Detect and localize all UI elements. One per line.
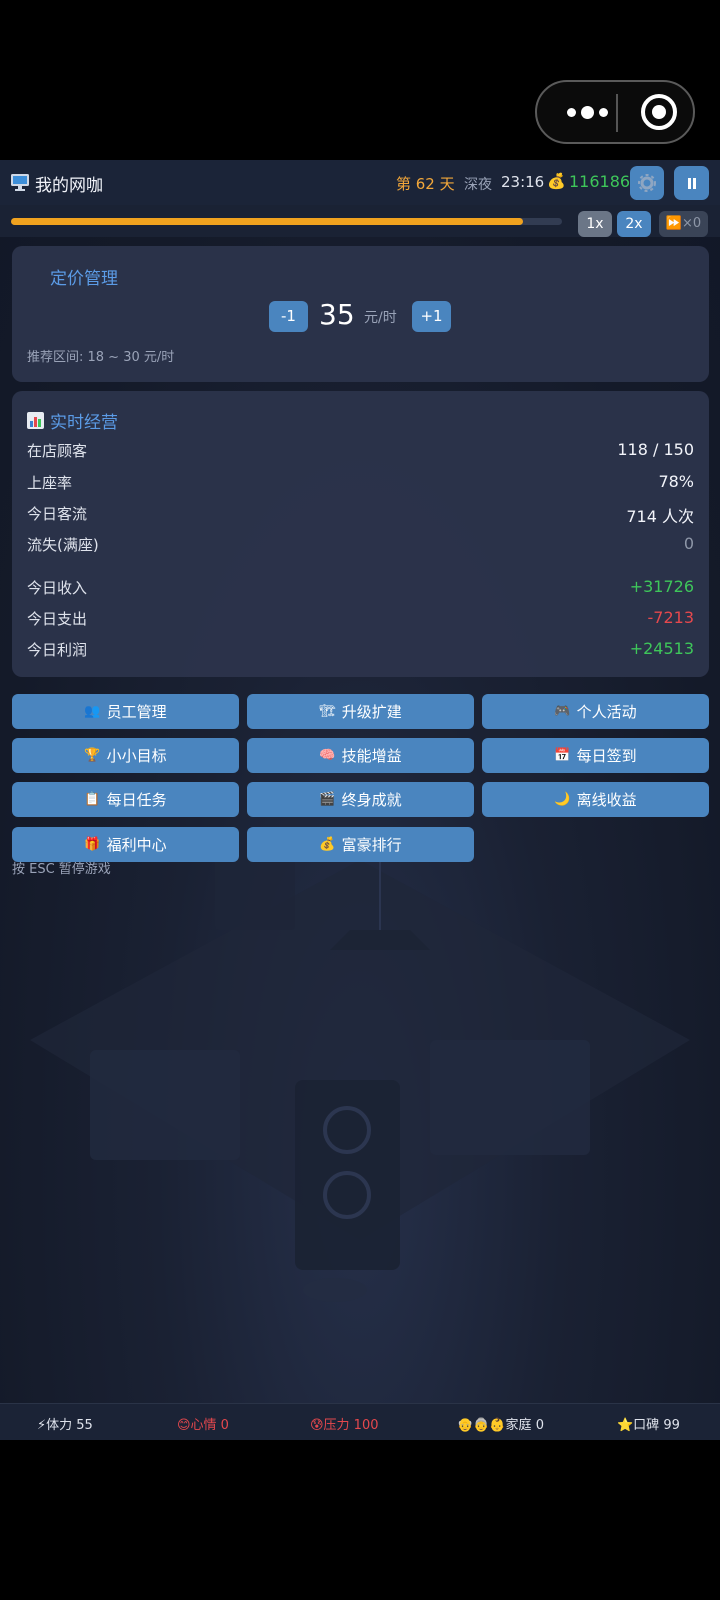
mood-stat: 😊心情 0 <box>177 1418 229 1433</box>
price-decrease-button[interactable]: -1 <box>269 301 308 332</box>
operations-title: 实时经营 <box>50 413 118 433</box>
stat-value: 0 <box>683 534 694 553</box>
day-counter: 第 62 天 <box>396 175 455 193</box>
game-header: 我的网咖 第 62 天 深夜 23:16 💰 116186 <box>0 160 720 205</box>
staff-management-button[interactable]: 👥 员工管理 <box>12 694 239 729</box>
offline-earnings-button[interactable]: 🌙 离线收益 <box>482 782 709 817</box>
pause-hint: 按 ESC 暂停游戏 <box>12 862 111 877</box>
stat-label: 流失(满座) <box>27 536 99 554</box>
pricing-title: 定价管理 <box>50 269 118 289</box>
money-balance: 116186 <box>569 172 631 191</box>
people-icon: 👥 <box>84 704 101 719</box>
price-increase-button[interactable]: +1 <box>412 301 451 332</box>
bar-chart-icon <box>27 412 44 429</box>
fast-forward-count: ×0 <box>682 216 702 231</box>
button-label: 个人活动 <box>576 703 637 721</box>
button-label: 终身成就 <box>341 791 402 809</box>
stamina-stat: ⚡体力 55 <box>37 1418 93 1433</box>
speed-2x-button[interactable]: 2x <box>617 211 651 237</box>
brain-icon: 🧠 <box>319 748 336 763</box>
bottom-blank-area <box>0 1440 720 1600</box>
pricing-panel: 定价管理 -1 35 元/时 +1 推荐区间: 18 ~ 30 元/时 <box>12 246 709 382</box>
cafe-title: 我的网咖 <box>35 176 103 196</box>
lifetime-achievements-button[interactable]: 🎬 终身成就 <box>247 782 474 817</box>
stat-label: 上座率 <box>27 474 73 492</box>
gamepad-icon: 🎮 <box>554 704 571 719</box>
stat-value: +24513 <box>629 639 694 658</box>
button-label: 富豪排行 <box>341 836 402 854</box>
moon-icon: 🌙 <box>554 792 571 807</box>
skill-buff-button[interactable]: 🧠 技能增益 <box>247 738 474 773</box>
day-progress-fill <box>11 218 524 225</box>
monitor-icon <box>11 174 29 191</box>
player-status-bar: ⚡体力 55 😊心情 0 😰压力 100 👴👵👶家庭 0 ⭐口碑 99 <box>0 1403 720 1440</box>
button-label: 员工管理 <box>106 703 167 721</box>
stat-value: 118 / 150 <box>617 440 694 459</box>
close-miniprogram-icon[interactable] <box>641 94 677 130</box>
button-label: 技能增益 <box>341 747 402 765</box>
stat-label: 在店顾客 <box>27 442 88 460</box>
operations-header: 实时经营 <box>27 408 118 433</box>
button-label: 每日任务 <box>106 791 167 809</box>
more-menu-icon[interactable] <box>557 82 617 142</box>
stat-label: 今日收入 <box>27 579 88 597</box>
pause-button[interactable] <box>674 166 709 200</box>
day-progress-bar <box>11 218 562 225</box>
stat-value: +31726 <box>629 577 694 596</box>
fast-forward-icon: ⏩ <box>665 216 682 231</box>
stat-value: 714 人次 <box>626 507 694 526</box>
price-unit: 元/时 <box>364 310 397 326</box>
construction-icon: 🏗 <box>319 704 336 719</box>
operations-panel: 实时经营 在店顾客 118 / 150 上座率 78% 今日客流 714 人次 … <box>12 391 709 677</box>
speed-1x-button[interactable]: 1x <box>578 211 612 237</box>
stat-label: 今日支出 <box>27 610 88 628</box>
fast-forward-button[interactable]: ⏩×0 <box>659 211 708 237</box>
rich-ranking-button[interactable]: 💰 富豪排行 <box>247 827 474 862</box>
button-label: 升级扩建 <box>341 703 402 721</box>
stat-value: -7213 <box>647 608 695 627</box>
price-recommendation: 推荐区间: 18 ~ 30 元/时 <box>27 350 175 365</box>
settings-button[interactable] <box>630 166 664 200</box>
stat-label: 今日客流 <box>27 505 88 523</box>
button-label: 每日签到 <box>576 747 637 765</box>
reputation-stat: ⭐口碑 99 <box>617 1418 680 1433</box>
stat-value: 78% <box>658 472 694 491</box>
trophy-icon: 🏆 <box>84 748 101 763</box>
system-status-area <box>0 0 720 160</box>
money-bag-icon: 💰 <box>547 172 566 190</box>
clapperboard-icon: 🎬 <box>319 792 336 807</box>
small-goals-button[interactable]: 🏆 小小目标 <box>12 738 239 773</box>
family-stat: 👴👵👶家庭 0 <box>457 1418 544 1433</box>
price-value: 35 <box>319 298 355 331</box>
gear-icon <box>638 174 656 192</box>
gift-icon: 🎁 <box>84 837 101 852</box>
daily-tasks-button[interactable]: 📋 每日任务 <box>12 782 239 817</box>
clipboard-icon: 📋 <box>84 792 101 807</box>
day-phase: 深夜 <box>464 177 492 193</box>
mini-program-capsule <box>535 80 695 144</box>
money-bag-icon: 💰 <box>319 837 336 852</box>
game-screen: 我的网咖 第 62 天 深夜 23:16 💰 116186 1x 2x ⏩×0 … <box>0 160 720 1440</box>
upgrade-button[interactable]: 🏗 升级扩建 <box>247 694 474 729</box>
calendar-icon: 📅 <box>554 748 571 763</box>
button-label: 小小目标 <box>106 747 167 765</box>
daily-checkin-button[interactable]: 📅 每日签到 <box>482 738 709 773</box>
welfare-center-button[interactable]: 🎁 福利中心 <box>12 827 239 862</box>
stat-label: 今日利润 <box>27 641 88 659</box>
personal-activity-button[interactable]: 🎮 个人活动 <box>482 694 709 729</box>
capsule-divider <box>616 94 618 132</box>
button-label: 福利中心 <box>106 836 167 854</box>
button-label: 离线收益 <box>576 791 637 809</box>
time-progress-row: 1x 2x ⏩×0 <box>0 205 720 237</box>
game-clock: 23:16 <box>501 173 545 191</box>
stress-stat: 😰压力 100 <box>310 1418 379 1433</box>
